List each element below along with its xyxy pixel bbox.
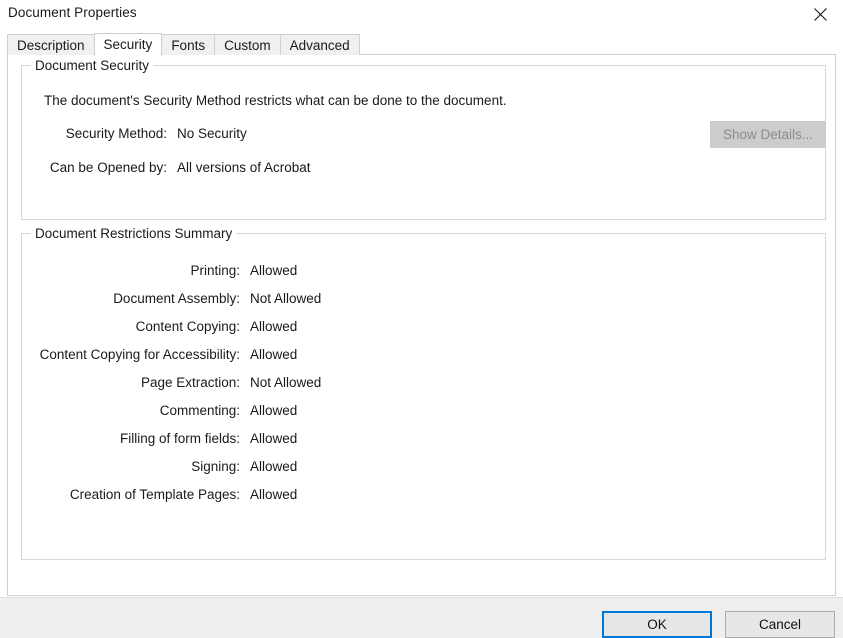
restriction-value-signing: Allowed [250, 459, 298, 474]
table-row: Document Assembly: Not Allowed [22, 290, 321, 308]
table-row: Printing: Allowed [22, 262, 297, 280]
can-be-opened-by-label: Can be Opened by: [49, 160, 167, 175]
restriction-value-content-copying: Allowed [250, 319, 298, 334]
table-row: Content Copying for Accessibility: Allow… [22, 346, 298, 364]
security-method-value: No Security [177, 126, 247, 141]
security-description: The document's Security Method restricts… [44, 93, 507, 108]
document-properties-dialog: Document Properties Description Security… [0, 0, 843, 638]
restriction-value-commenting: Allowed [250, 403, 298, 418]
title-bar: Document Properties [0, 0, 843, 28]
tab-strip: Description Security Fonts Custom Advanc… [7, 33, 360, 56]
restriction-value-filling-of-form-fields: Allowed [250, 431, 298, 446]
close-icon[interactable] [797, 0, 843, 28]
field-row-can-be-opened-by: Can be Opened by: All versions of Acroba… [22, 159, 311, 177]
table-row: Signing: Allowed [22, 458, 297, 476]
document-restrictions-legend: Document Restrictions Summary [31, 226, 237, 241]
cancel-button[interactable]: Cancel [725, 611, 835, 638]
restriction-value-document-assembly: Not Allowed [250, 291, 322, 306]
tab-fonts[interactable]: Fonts [161, 34, 216, 55]
tab-security[interactable]: Security [93, 33, 163, 56]
restriction-label-creation-of-template-pages: Creation of Template Pages: [69, 487, 240, 502]
table-row: Content Copying: Allowed [22, 318, 298, 336]
field-row-security-method: Security Method: No Security [22, 125, 247, 143]
restriction-label-signing: Signing: [191, 459, 240, 474]
restriction-label-commenting: Commenting: [159, 403, 240, 418]
restriction-label-content-copying: Content Copying: [135, 319, 240, 334]
can-be-opened-by-value: All versions of Acrobat [177, 160, 311, 175]
restriction-value-printing: Allowed [250, 263, 298, 278]
window-title: Document Properties [8, 5, 137, 20]
security-tab-panel: Document Security The document's Securit… [7, 54, 836, 596]
restriction-value-content-copying-accessibility: Allowed [250, 347, 298, 362]
tab-advanced[interactable]: Advanced [279, 34, 360, 55]
restriction-label-page-extraction: Page Extraction: [140, 375, 240, 390]
document-restrictions-group: Document Restrictions Summary Printing: … [21, 226, 826, 560]
table-row: Filling of form fields: Allowed [22, 430, 297, 448]
dialog-footer [0, 597, 843, 638]
security-method-label: Security Method: [65, 126, 167, 141]
table-row: Page Extraction: Not Allowed [22, 374, 321, 392]
table-row: Creation of Template Pages: Allowed [22, 486, 297, 504]
restriction-value-creation-of-template-pages: Allowed [250, 487, 298, 502]
ok-button[interactable]: OK [602, 611, 712, 638]
document-security-legend: Document Security [31, 58, 154, 73]
restriction-label-printing: Printing: [190, 263, 240, 278]
restriction-label-content-copying-accessibility: Content Copying for Accessibility: [39, 347, 240, 362]
show-details-button[interactable]: Show Details... [710, 121, 826, 148]
restriction-label-document-assembly: Document Assembly: [113, 291, 240, 306]
tab-description[interactable]: Description [7, 34, 95, 55]
document-security-group: Document Security The document's Securit… [21, 58, 826, 220]
table-row: Commenting: Allowed [22, 402, 298, 420]
tab-custom[interactable]: Custom [214, 34, 281, 55]
restriction-label-filling-of-form-fields: Filling of form fields: [119, 431, 240, 446]
restriction-value-page-extraction: Not Allowed [250, 375, 322, 390]
